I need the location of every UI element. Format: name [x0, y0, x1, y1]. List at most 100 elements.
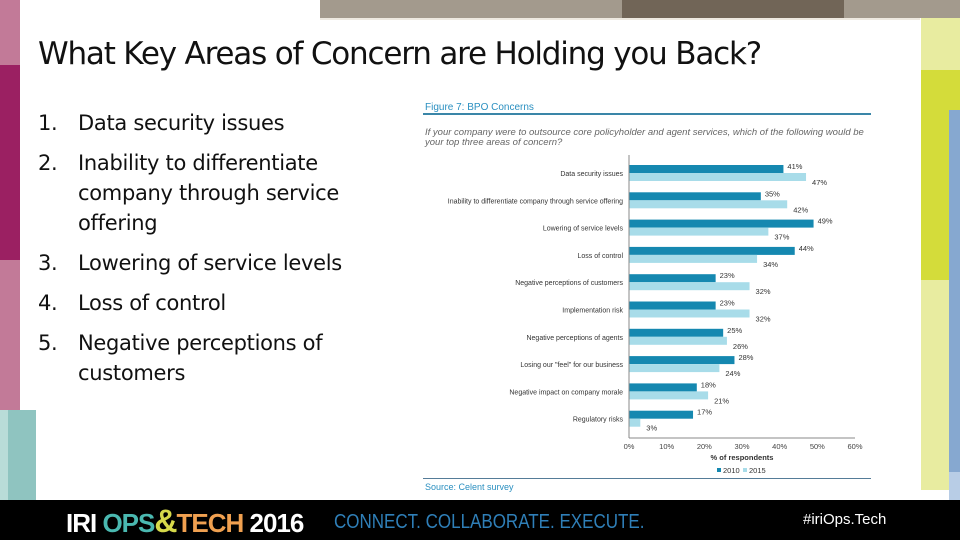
data-label: 49%: [818, 217, 833, 226]
event-logo: IRI OPS&TECH 2016: [66, 503, 304, 540]
bar-2015: [629, 364, 720, 373]
data-label: 21%: [714, 396, 729, 405]
x-tick-label: 50%: [810, 442, 825, 451]
list-item: 4. Loss of control: [38, 288, 383, 318]
logo-ampersand: &: [154, 503, 177, 539]
category-label: Negative perceptions of customers: [515, 280, 623, 287]
slide-title: What Key Areas of Concern are Holding yo…: [38, 36, 762, 72]
list-text: Loss of control: [78, 291, 226, 315]
list-number: 4.: [38, 291, 58, 315]
data-label: 44%: [799, 244, 814, 253]
x-tick-label: 40%: [772, 442, 787, 451]
list-number: 5.: [38, 331, 58, 355]
decor-stripe: [0, 65, 20, 260]
list-text: Inability to differentiate company throu…: [78, 151, 339, 235]
decor-stripe: [320, 18, 920, 20]
decor-stripe: [844, 0, 960, 18]
bar-2015: [629, 309, 750, 318]
figure-divider: [423, 478, 871, 479]
bar-2010: [629, 219, 814, 228]
list-item: 5. Negative perceptions of customers: [38, 328, 383, 388]
list-item: 3. Lowering of service levels: [38, 248, 383, 278]
list-item: 2. Inability to differentiate company thr…: [38, 148, 383, 238]
x-tick-label: 10%: [659, 442, 674, 451]
x-tick-label: 60%: [847, 442, 862, 451]
legend-label: 2010: [723, 466, 740, 475]
decor-stripe: [0, 260, 20, 410]
data-label: 28%: [738, 353, 753, 362]
figure-divider: [423, 113, 871, 115]
logo-year: 2016: [243, 508, 304, 538]
category-label: Implementation risk: [562, 308, 623, 315]
data-label: 41%: [787, 162, 802, 171]
category-label: Losing our "feel" for our business: [520, 362, 623, 369]
data-label: 32%: [756, 287, 771, 296]
x-tick-label: 0%: [624, 442, 635, 451]
bar-2010: [629, 410, 694, 419]
bar-2015: [629, 418, 641, 427]
data-label: 37%: [774, 233, 789, 242]
legend-label: 2015: [749, 466, 766, 475]
data-label: 32%: [756, 315, 771, 324]
figure-question: If your company were to outsource core p…: [425, 127, 864, 148]
data-label: 24%: [725, 369, 740, 378]
logo-tech: TECH: [176, 508, 244, 538]
decor-stripe: [0, 410, 8, 500]
data-label: 3%: [646, 424, 657, 433]
list-text: Negative perceptions of customers: [78, 331, 323, 385]
decor-stripe: [949, 110, 960, 472]
legend-swatch-2010: [717, 468, 721, 472]
bar-2015: [629, 254, 758, 263]
data-label: 35%: [765, 189, 780, 198]
event-tagline: CONNECT. COLLABORATE. EXECUTE.: [334, 511, 645, 533]
data-label: 47%: [812, 178, 827, 187]
bar-2010: [629, 301, 716, 310]
data-label: 42%: [793, 205, 808, 214]
x-axis-title: % of respondents: [711, 453, 774, 462]
legend-swatch-2015: [743, 468, 747, 472]
bar-2015: [629, 173, 807, 181]
data-label: 17%: [697, 408, 712, 417]
category-label: Data security issues: [560, 171, 623, 178]
data-label: 25%: [727, 326, 742, 335]
data-label: 18%: [701, 380, 716, 389]
decor-stripe: [949, 472, 960, 500]
x-tick-label: 20%: [697, 442, 712, 451]
category-label: Inability to differentiate company throu…: [448, 198, 623, 205]
event-hashtag: #iriOps.Tech: [803, 511, 887, 528]
category-label: Negative perceptions of agents: [526, 335, 623, 342]
bar-2015: [629, 282, 750, 291]
logo-iri: IRI: [66, 508, 103, 538]
bar-2015: [629, 391, 709, 400]
data-label: 23%: [720, 299, 735, 308]
category-label: Regulatory risks: [573, 417, 624, 424]
category-label: Loss of control: [577, 253, 623, 260]
bar-2015: [629, 336, 727, 345]
bar-2010: [629, 328, 724, 337]
list-number: 3.: [38, 251, 58, 275]
decor-stripe: [921, 18, 960, 70]
bar-2015: [629, 200, 788, 209]
bar-2010: [629, 383, 697, 392]
logo-ops: OPS: [102, 508, 155, 538]
bar-2010: [629, 356, 735, 365]
category-label: Lowering of service levels: [543, 226, 624, 233]
data-label: 23%: [720, 271, 735, 280]
decor-stripe: [320, 0, 622, 18]
decor-stripe: [0, 0, 20, 65]
bar-2010: [629, 246, 795, 255]
list-text: Data security issues: [78, 111, 285, 135]
bar-2015: [629, 227, 769, 236]
data-label: 26%: [733, 342, 748, 351]
bar-2010: [629, 192, 761, 201]
x-tick-label: 30%: [734, 442, 749, 451]
list-item: 1. Data security issues: [38, 108, 383, 138]
list-text: Lowering of service levels: [78, 251, 342, 275]
figure-source: Source: Celent survey: [425, 482, 514, 492]
bar-2010: [629, 165, 784, 173]
bar-2010: [629, 274, 716, 283]
category-label: Negative impact on company morale: [509, 389, 623, 396]
list-number: 2.: [38, 151, 58, 175]
figure-title: Figure 7: BPO Concerns: [425, 102, 534, 113]
concern-list: 1. Data security issues 2. Inability to di…: [38, 108, 383, 398]
